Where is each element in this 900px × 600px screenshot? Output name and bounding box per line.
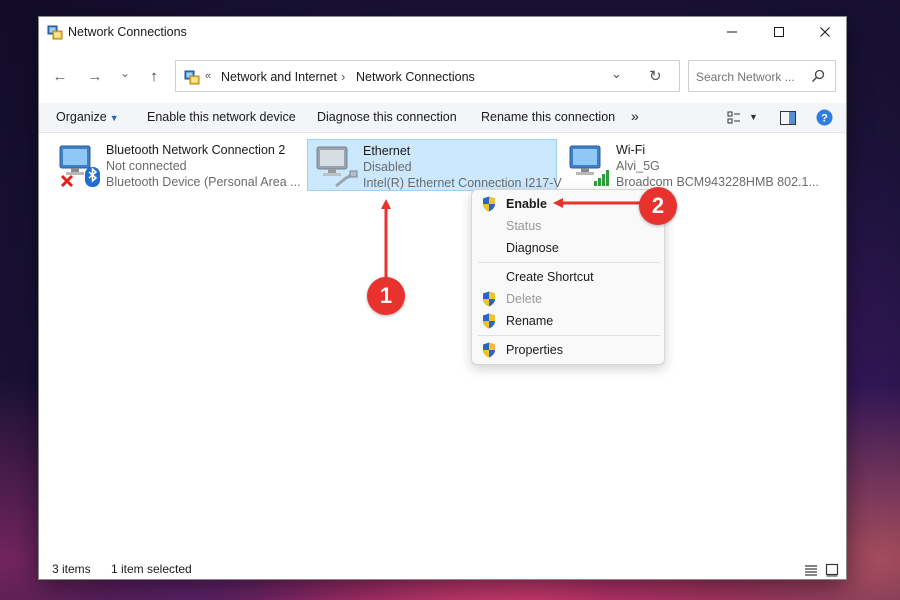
connections-list: Bluetooth Network Connection 2 Not conne… xyxy=(39,135,846,555)
connection-name: Wi-Fi xyxy=(616,143,646,157)
svg-text:?: ? xyxy=(821,113,828,125)
selection-count: 1 item selected xyxy=(111,562,192,576)
preview-pane-icon[interactable] xyxy=(780,111,796,125)
menu-item-label: Diagnose xyxy=(506,241,559,255)
breadcrumb-network-and-internet[interactable]: Network and Internet xyxy=(221,70,337,84)
maximize-button[interactable] xyxy=(756,17,802,47)
connection-item-bluetooth[interactable]: Bluetooth Network Connection 2 Not conne… xyxy=(51,139,301,191)
connection-status: Alvi_5G xyxy=(616,159,660,173)
menu-item-label: Rename xyxy=(506,314,554,328)
more-commands-button[interactable]: » xyxy=(631,108,639,124)
view-options-caret-icon[interactable]: ▼ xyxy=(749,112,758,122)
menu-item-diagnose[interactable]: Diagnose xyxy=(472,237,664,259)
connection-name: Bluetooth Network Connection 2 xyxy=(106,143,286,157)
arrow-right-icon: → xyxy=(87,67,103,85)
status-bar: 3 items 1 item selected xyxy=(39,559,846,579)
connection-device: Bluetooth Device (Personal Area ... xyxy=(106,175,301,189)
arrow-up-icon: ↑ xyxy=(150,67,158,85)
network-connections-icon xyxy=(184,70,200,85)
menu-item-label: Create Shortcut xyxy=(506,270,594,284)
wifi-network-icon xyxy=(569,145,609,186)
uac-shield-icon xyxy=(483,291,495,307)
search-icon[interactable] xyxy=(810,68,826,84)
network-connections-window: Network Connections — ← → ⌄ ↑ xyxy=(38,16,847,580)
enable-device-button[interactable]: Enable this network device xyxy=(147,110,296,124)
menu-item-status[interactable]: Status xyxy=(472,215,664,237)
recent-locations-button[interactable]: ⌄ xyxy=(114,64,136,82)
network-connections-app-icon xyxy=(47,25,63,40)
menu-item-rename[interactable]: Rename xyxy=(472,310,664,332)
connection-status: Disabled xyxy=(363,160,412,174)
up-button[interactable]: ↑ xyxy=(143,67,165,85)
connection-item-ethernet[interactable]: Ethernet Disabled Intel(R) Ethernet Conn… xyxy=(307,139,562,191)
connection-name: Ethernet xyxy=(363,144,411,158)
connection-device: Broadcom BCM943228HMB 802.1... xyxy=(616,175,819,189)
change-view-icon[interactable] xyxy=(727,111,741,125)
close-icon xyxy=(820,27,830,37)
breadcrumb-network-connections[interactable]: Network Connections xyxy=(356,70,475,84)
uac-shield-icon xyxy=(483,313,495,329)
uac-shield-icon xyxy=(483,342,495,358)
menu-separator xyxy=(478,335,660,336)
organize-label: Organize xyxy=(56,110,107,124)
chevron-down-icon: ⌄ xyxy=(119,66,131,80)
arrow-left-icon: ← xyxy=(52,67,68,85)
address-dropdown-chevron-icon[interactable]: ⌄ xyxy=(611,66,622,82)
connection-item-wifi[interactable]: Wi-Fi Alvi_5G Broadcom BCM943228HMB 802.… xyxy=(561,139,821,191)
menu-item-label: Enable xyxy=(506,197,547,211)
close-button[interactable] xyxy=(802,17,846,47)
annotation-badge-2: 2 xyxy=(639,187,677,225)
large-icons-view-icon[interactable] xyxy=(825,563,839,577)
menu-item-label: Properties xyxy=(506,343,563,357)
forward-button[interactable]: → xyxy=(84,67,106,85)
search-input[interactable] xyxy=(696,68,806,86)
maximize-icon xyxy=(774,27,784,37)
details-view-icon[interactable] xyxy=(804,563,818,577)
caret-down-icon: ▼ xyxy=(109,113,119,123)
menu-separator xyxy=(478,262,660,263)
uac-shield-icon xyxy=(483,196,495,212)
minimize-icon xyxy=(727,31,737,33)
menu-item-label: Status xyxy=(506,219,542,233)
connection-status: Not connected xyxy=(106,159,187,173)
diagnose-connection-button[interactable]: Diagnose this connection xyxy=(317,110,457,124)
bluetooth-network-icon xyxy=(59,145,100,187)
search-box xyxy=(688,60,836,92)
organize-menu-button[interactable]: Organize ▼ xyxy=(56,110,119,124)
menu-item-create-shortcut[interactable]: Create Shortcut xyxy=(472,266,664,288)
command-bar: Organize ▼ Enable this network device Dia… xyxy=(39,103,846,133)
connection-device: Intel(R) Ethernet Connection I217-V xyxy=(363,176,562,190)
help-icon[interactable]: ? xyxy=(816,109,833,126)
menu-item-label: Delete xyxy=(506,292,543,306)
items-count: 3 items xyxy=(52,562,91,576)
breadcrumb-separator[interactable]: › xyxy=(341,69,345,84)
annotation-badge-1: 1 xyxy=(367,277,405,315)
menu-item-delete[interactable]: Delete xyxy=(472,288,664,310)
address-box[interactable]: « Network and Internet › Network Connect… xyxy=(175,60,680,92)
menu-item-enable[interactable]: Enable xyxy=(472,193,664,215)
ethernet-network-icon xyxy=(316,146,358,188)
minimize-control[interactable] xyxy=(709,17,755,47)
back-button[interactable]: ← xyxy=(49,67,71,85)
refresh-icon[interactable]: ↻ xyxy=(649,67,662,85)
menu-item-properties[interactable]: Properties xyxy=(472,339,664,361)
breadcrumb-overflow[interactable]: « xyxy=(205,70,211,82)
address-bar-row: ← → ⌄ ↑ « Network and Internet › Network… xyxy=(39,59,846,93)
context-menu: Enable Status Diagnose Create Shortcut D… xyxy=(471,189,665,365)
rename-connection-button[interactable]: Rename this connection xyxy=(481,110,615,124)
window-title: Network Connections xyxy=(68,25,187,39)
